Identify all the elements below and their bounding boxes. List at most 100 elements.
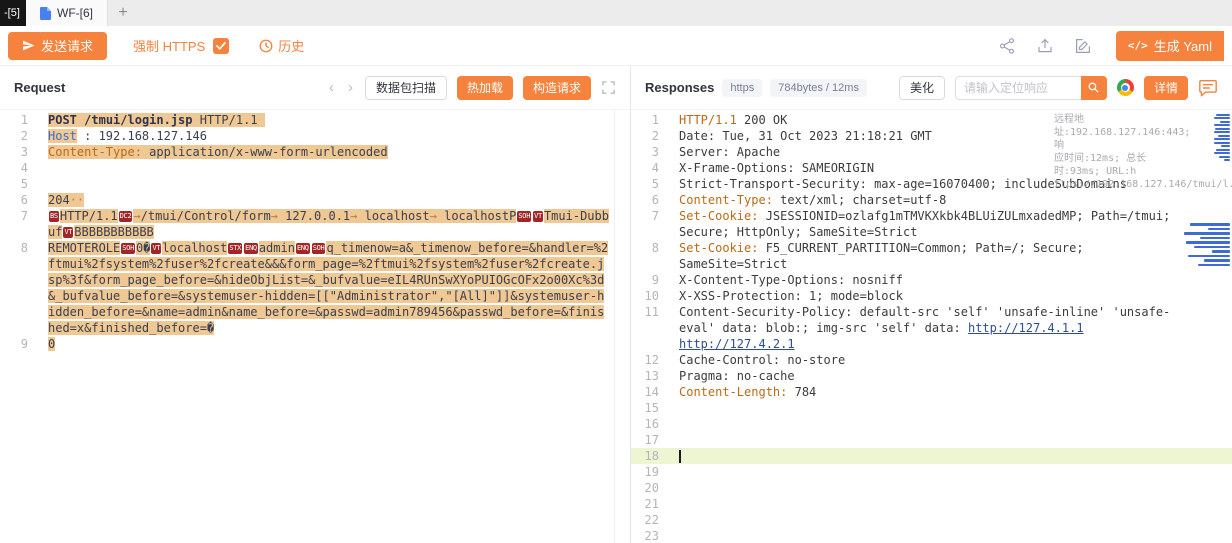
code-line[interactable]: 8Set-Cookie: F5_CURRENT_PARTITION=Common… bbox=[631, 240, 1232, 272]
edit-icon[interactable] bbox=[1074, 37, 1092, 55]
code-content: BSHTTP/1.1DC2→/tmui/Control/form→ 127.0.… bbox=[34, 208, 630, 240]
open-in-browser-icon[interactable] bbox=[1117, 79, 1134, 96]
control-char-badge: SOH bbox=[517, 211, 531, 222]
file-icon bbox=[40, 7, 51, 20]
chat-icon[interactable] bbox=[1198, 79, 1218, 97]
code-content: Content-Type: text/xml; charset=utf-8 bbox=[665, 192, 1232, 208]
minimap[interactable] bbox=[1180, 112, 1230, 543]
code-content bbox=[665, 512, 1232, 528]
line-number: 10 bbox=[631, 288, 665, 304]
code-content: Content-Length: 784 bbox=[665, 384, 1232, 400]
code-line[interactable]: 18 bbox=[631, 448, 1232, 464]
main-split: Request ‹ › 数据包扫描 热加载 构造请求 1POST /tmui/l… bbox=[0, 66, 1232, 543]
code-line[interactable]: 16 bbox=[631, 416, 1232, 432]
code-line[interactable]: 21 bbox=[631, 496, 1232, 512]
line-number: 20 bbox=[631, 480, 665, 496]
code-line[interactable]: 6204·· bbox=[0, 192, 630, 208]
request-editor[interactable]: 1POST /tmui/login.jsp HTTP/1.1 2Host : 1… bbox=[0, 110, 630, 543]
line-number: 8 bbox=[0, 240, 34, 336]
code-line[interactable]: 12Cache-Control: no-store bbox=[631, 352, 1232, 368]
hot-reload-button[interactable]: 热加载 bbox=[457, 76, 513, 100]
text-cursor bbox=[679, 450, 681, 463]
control-char-badge: SOH bbox=[312, 243, 326, 254]
code-content: POST /tmui/login.jsp HTTP/1.1 bbox=[34, 112, 630, 128]
code-line[interactable]: 1POST /tmui/login.jsp HTTP/1.1 bbox=[0, 112, 630, 128]
code-line[interactable]: 13Pragma: no-cache bbox=[631, 368, 1232, 384]
share-icon[interactable] bbox=[998, 37, 1016, 55]
packet-scan-button[interactable]: 数据包扫描 bbox=[365, 76, 447, 100]
code-content: X-XSS-Protection: 1; mode=block bbox=[665, 288, 1232, 304]
tab-label: WF-[6] bbox=[57, 6, 93, 20]
code-line[interactable]: 23 bbox=[631, 528, 1232, 543]
code-line[interactable]: 22 bbox=[631, 512, 1232, 528]
code-content bbox=[665, 400, 1232, 416]
request-title: Request bbox=[14, 80, 65, 95]
code-line[interactable]: 17 bbox=[631, 432, 1232, 448]
code-line[interactable]: 15 bbox=[631, 400, 1232, 416]
code-line[interactable]: 7Set-Cookie: JSESSIONID=ozlafg1mTMVKXkbk… bbox=[631, 208, 1232, 240]
code-content: X-Content-Type-Options: nosniff bbox=[665, 272, 1232, 288]
details-button[interactable]: 详情 bbox=[1144, 76, 1188, 100]
code-content bbox=[665, 416, 1232, 432]
request-header: Request ‹ › 数据包扫描 热加载 构造请求 bbox=[0, 66, 630, 110]
line-number: 12 bbox=[631, 352, 665, 368]
size-time-badge: 784bytes / 12ms bbox=[770, 79, 867, 97]
clock-icon bbox=[259, 39, 273, 53]
meta-timing: 应时间:12ms; 总长时:93ms; URL:h bbox=[1054, 152, 1174, 178]
force-https-label[interactable]: 强制 HTTPS bbox=[133, 36, 205, 55]
line-number: 18 bbox=[631, 448, 665, 464]
code-content bbox=[665, 448, 1232, 464]
request-panel: Request ‹ › 数据包扫描 热加载 构造请求 1POST /tmui/l… bbox=[0, 66, 631, 543]
code-line[interactable]: 9X-Content-Type-Options: nosniff bbox=[631, 272, 1232, 288]
code-line[interactable]: 6Content-Type: text/xml; charset=utf-8 bbox=[631, 192, 1232, 208]
line-number: 6 bbox=[0, 192, 34, 208]
new-tab-button[interactable]: + bbox=[108, 0, 138, 26]
code-content: Set-Cookie: JSESSIONID=ozlafg1mTMVKXkbk4… bbox=[665, 208, 1232, 240]
line-number: 14 bbox=[631, 384, 665, 400]
code-line[interactable]: 14Content-Length: 784 bbox=[631, 384, 1232, 400]
beautify-button[interactable]: 美化 bbox=[899, 76, 945, 100]
code-line[interactable]: 90 bbox=[0, 336, 630, 352]
code-line[interactable]: 3Content-Type: application/x-www-form-ur… bbox=[0, 144, 630, 160]
chevron-right-icon[interactable]: › bbox=[346, 80, 355, 95]
line-number: 13 bbox=[631, 368, 665, 384]
search-input[interactable] bbox=[955, 76, 1081, 100]
code-content: Pragma: no-cache bbox=[665, 368, 1232, 384]
export-icon[interactable] bbox=[1036, 37, 1054, 55]
line-number: 5 bbox=[0, 176, 34, 192]
send-request-button[interactable]: 发送请求 bbox=[8, 32, 107, 60]
force-https-checkbox[interactable] bbox=[213, 38, 229, 54]
line-number: 3 bbox=[0, 144, 34, 160]
line-number: 1 bbox=[631, 112, 665, 128]
code-content: Set-Cookie: F5_CURRENT_PARTITION=Common;… bbox=[665, 240, 1232, 272]
code-line[interactable]: 4 bbox=[0, 160, 630, 176]
send-request-label: 发送请求 bbox=[41, 36, 93, 55]
search-button[interactable] bbox=[1081, 76, 1107, 100]
response-editor[interactable]: 1HTTP/1.1 200 OK2Date: Tue, 31 Oct 2023 … bbox=[631, 110, 1232, 543]
control-char-badge: SOH bbox=[121, 243, 135, 254]
code-line[interactable]: 19 bbox=[631, 464, 1232, 480]
tab-webfuzzer[interactable]: WF-[6] bbox=[26, 0, 108, 26]
line-number: 22 bbox=[631, 512, 665, 528]
line-number: 9 bbox=[0, 336, 34, 352]
control-char-badge: DC2 bbox=[119, 211, 133, 222]
history-button[interactable]: 历史 bbox=[259, 36, 304, 55]
response-panel: Responses https 784bytes / 12ms 美化 详情 bbox=[631, 66, 1232, 543]
code-line[interactable]: 11Content-Security-Policy: default-src '… bbox=[631, 304, 1232, 352]
code-line[interactable]: 5 bbox=[0, 176, 630, 192]
code-content: Cache-Control: no-store bbox=[665, 352, 1232, 368]
code-content: REMOTEROLESOH0�VTlocalhostSTXENQadminENQ… bbox=[34, 240, 630, 336]
code-line[interactable]: 2Host : 192.168.127.146 bbox=[0, 128, 630, 144]
generate-yaml-button[interactable]: </> 生成 Yaml bbox=[1116, 31, 1224, 61]
code-line[interactable]: 8REMOTEROLESOH0�VTlocalhostSTXENQadminEN… bbox=[0, 240, 630, 336]
response-header-actions: 美化 详情 bbox=[899, 76, 1218, 100]
control-char-badge: VT bbox=[63, 227, 73, 238]
line-number: 1 bbox=[0, 112, 34, 128]
chevron-left-icon[interactable]: ‹ bbox=[327, 80, 336, 95]
fullscreen-icon[interactable] bbox=[601, 80, 616, 95]
code-line[interactable]: 7BSHTTP/1.1DC2→/tmui/Control/form→ 127.0… bbox=[0, 208, 630, 240]
line-number: 9 bbox=[631, 272, 665, 288]
code-line[interactable]: 20 bbox=[631, 480, 1232, 496]
construct-request-button[interactable]: 构造请求 bbox=[523, 76, 591, 100]
code-line[interactable]: 10X-XSS-Protection: 1; mode=block bbox=[631, 288, 1232, 304]
